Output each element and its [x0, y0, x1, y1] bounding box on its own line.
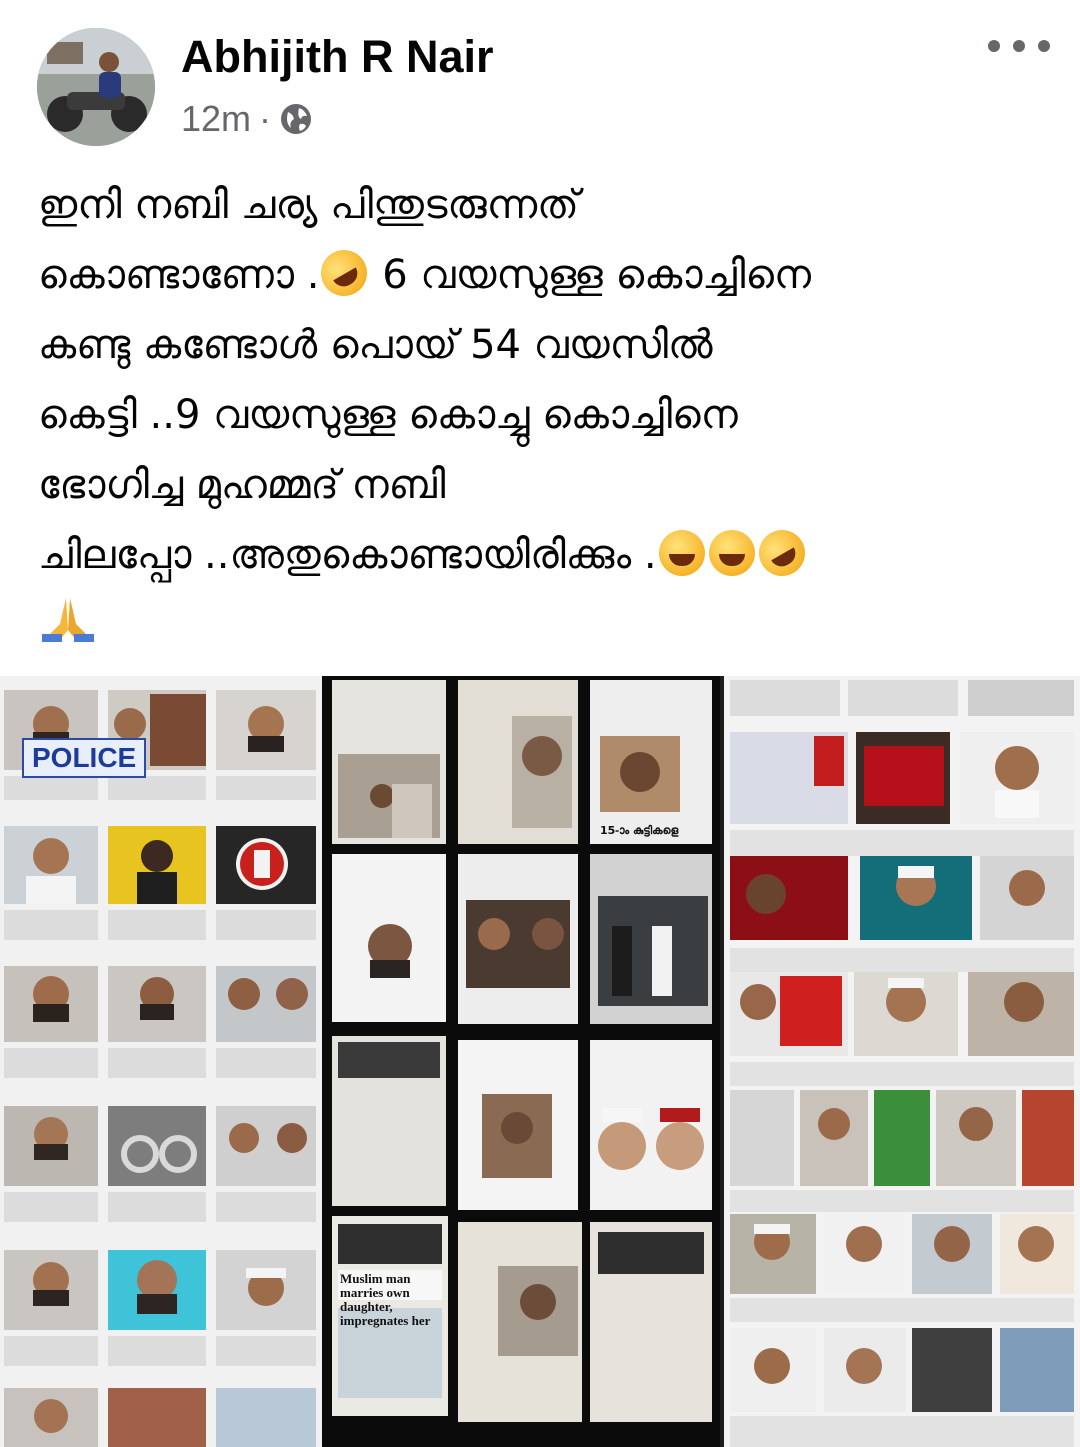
post-text-line-4: കെട്ടി ..9 വയസുള്ള കൊച്ചു കൊച്ചിനെ — [38, 392, 738, 438]
avatar[interactable] — [37, 28, 155, 146]
collage-middle-clips — [322, 676, 720, 1447]
post-text-line-3: കണ്ടു കണ്ടോൾ പൊയ് 54 വയസിൽ — [38, 322, 713, 368]
avatar-photo — [37, 28, 155, 146]
post-image-collage[interactable]: Muslim man marries own daughter, impregn… — [0, 676, 1080, 1447]
facebook-post: Abhijith R Nair 12m · ഇനി നബി ചര്യ പിന്ത… — [0, 0, 1080, 1447]
english-news-headline: Muslim man marries own daughter, impregn… — [340, 1271, 431, 1328]
timestamp[interactable]: 12m — [181, 98, 251, 140]
post-text-line-6: ചിലപ്പോ ..അതുകൊണ്ടായിരിക്കും . — [38, 520, 1048, 590]
meta-separator: · — [259, 98, 272, 139]
post-text-line-2a: കൊണ്ടാണോ . — [38, 252, 320, 298]
post-text-line-7 — [38, 590, 1048, 660]
dot-icon — [988, 40, 1000, 52]
collage-panel-middle: Muslim man marries own daughter, impregn… — [322, 676, 720, 1447]
collage-left-grid — [0, 676, 322, 1447]
folded-hands-emoji-icon — [38, 594, 98, 644]
collage-right-grid — [724, 676, 1080, 1447]
laughing-emoji-icon — [708, 530, 755, 576]
rolling-on-floor-laughing-emoji-icon — [750, 521, 813, 585]
globe-icon[interactable] — [279, 102, 313, 136]
news-caption: 15-ാം കുട്ടികളെ — [600, 824, 679, 837]
rolling-on-floor-laughing-emoji-icon — [313, 241, 376, 305]
post-text-line-2b: 6 വയസുള്ള കൊച്ചിനെ — [369, 252, 812, 298]
author-name[interactable]: Abhijith R Nair — [181, 30, 494, 84]
more-options-button[interactable] — [988, 26, 1050, 66]
post-text-line-2: കൊണ്ടാണോ . 6 വയസുള്ള കൊച്ചിനെ — [38, 240, 1048, 310]
post-text-line-1: ഇനി നബി ചര്യ പിന്തുടരുന്നത് — [38, 182, 579, 228]
post-text-line-6a: ചിലപ്പോ ..അതുകൊണ്ടായിരിക്കും . — [38, 532, 657, 578]
police-sign: POLICE — [22, 738, 147, 778]
post-meta: 12m · — [181, 96, 313, 142]
dot-icon — [1038, 40, 1050, 52]
post-text: ഇനി നബി ചര്യ പിന്തുടരുന്നത് കൊണ്ടാണോ . 6 … — [38, 170, 1048, 660]
collage-panel-right — [724, 676, 1080, 1447]
dot-icon — [1013, 40, 1025, 52]
collage-panel-left — [0, 676, 322, 1447]
post-text-line-5: ഭോഗിച്ച മുഹമ്മദ് നബി — [38, 462, 446, 508]
grinning-emoji-icon — [658, 530, 705, 576]
